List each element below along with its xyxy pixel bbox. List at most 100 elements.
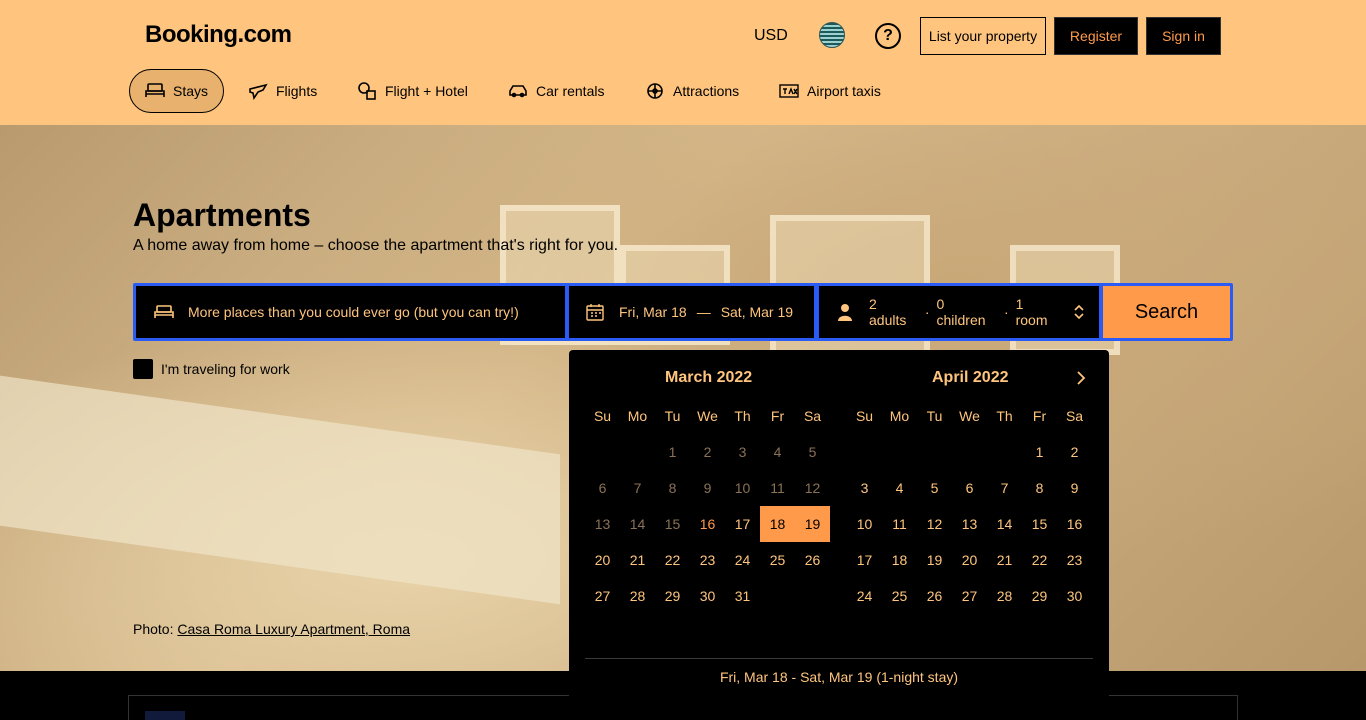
nav-tab-car-rentals[interactable]: Car rentals [508,69,604,113]
calendar-day[interactable]: 20 [585,542,620,578]
photo-credit-link[interactable]: Casa Roma Luxury Apartment, Roma [177,621,410,637]
calendar-day[interactable]: 27 [585,578,620,614]
calendar-day[interactable]: 4 [882,470,917,506]
weekday-header: We [697,408,718,424]
dates-field[interactable]: Fri, Mar 18 — Sat, Mar 19 [569,286,814,338]
calendar-day[interactable]: 16 [1057,506,1092,542]
page-title: Apartments [133,197,311,233]
calendar-day[interactable]: 21 [620,542,655,578]
date-separator: — [696,304,711,320]
bed-icon [154,305,174,318]
calendar-day[interactable]: 2 [1057,434,1092,470]
work-travel-checkbox[interactable]: I'm traveling for work [133,359,290,379]
calendar-day[interactable]: 18 [882,542,917,578]
calendar-day[interactable]: 25 [760,542,795,578]
work-travel-label: I'm traveling for work [161,361,290,377]
calendar-day[interactable]: 12 [917,506,952,542]
calendar-day: 11 [770,480,785,496]
calendar-day[interactable]: 17 [725,506,760,542]
weekday-header: Tu [664,408,681,424]
calendar-day[interactable]: 11 [882,506,917,542]
calendar-day[interactable]: 17 [847,542,882,578]
calendar-day[interactable]: 18 [760,506,795,542]
calendar-day[interactable]: 3 [847,470,882,506]
currency-selector[interactable]: USD [754,27,788,45]
calendar-day[interactable]: 27 [952,578,987,614]
calendar-day[interactable]: 24 [847,578,882,614]
calendar-day: 15 [664,516,681,532]
calendar-day[interactable]: 7 [987,470,1022,506]
calendar-day: 4 [773,444,782,460]
calendar-day[interactable]: 28 [987,578,1022,614]
search-button[interactable]: Search [1103,286,1230,338]
calendar-day: 5 [808,444,817,460]
guests-field[interactable]: 2 adults · 0 children · 1 room [819,286,1099,338]
calendar-day[interactable]: 30 [690,578,725,614]
nav-tab-label: Flights [276,83,318,99]
calendar-day[interactable]: 10 [847,506,882,542]
calendar-day[interactable]: 21 [987,542,1022,578]
chevron-right-icon[interactable] [1073,370,1089,386]
help-icon[interactable]: ? [875,23,901,49]
date-picker-calendar: March 2022 April 2022 Su Mo Tu We Th Fr Sa 1 2 3 4… [569,350,1109,702]
calendar-day[interactable]: 26 [917,578,952,614]
checkbox[interactable] [133,359,153,379]
calendar-day[interactable]: 28 [620,578,655,614]
search-bar: More places than you could ever go (but … [133,283,1233,341]
booking-logo[interactable]: Booking.com [145,21,292,49]
calendar-day[interactable]: 23 [690,542,725,578]
photo-credit-prefix: Photo: [133,621,178,637]
calendar-day[interactable]: 29 [655,578,690,614]
calendar-day[interactable]: 19 [917,542,952,578]
nav-tab-flights[interactable]: Flights [248,69,317,113]
plane-icon [249,83,268,101]
calendar-day[interactable]: 5 [917,470,952,506]
site-header: Booking.com USD ? List your property Reg… [0,0,1366,125]
weekday-header: Mo [889,408,910,424]
calendar-day: 3 [738,444,747,460]
calendar-day[interactable]: 8 [1022,470,1057,506]
language-flag-icon[interactable] [819,22,845,48]
calendar-day[interactable]: 24 [725,542,760,578]
calendar-day[interactable]: 16 [690,506,725,542]
calendar-day[interactable]: 15 [1022,506,1057,542]
photo-credit: Photo: Casa Roma Luxury Apartment, Roma [133,621,410,637]
register-button[interactable]: Register [1054,17,1138,55]
weekday-header: Mo [627,408,648,424]
destination-field[interactable]: More places than you could ever go (but … [136,286,565,338]
calendar-day: 13 [594,516,611,532]
calendar-day[interactable]: 23 [1057,542,1092,578]
destination-placeholder: More places than you could ever go (but … [188,304,519,320]
calendar-day[interactable]: 29 [1022,578,1057,614]
weekday-header: Tu [926,408,943,424]
calendar-day[interactable]: 14 [987,506,1022,542]
dot-separator: · [924,304,930,320]
calendar-day[interactable]: 20 [952,542,987,578]
month-title: March 2022 [665,369,753,386]
nav-tab-airport-taxis[interactable]: Airport taxis [779,69,881,113]
calendar-day[interactable]: 31 [725,578,760,614]
calendar-day[interactable]: 6 [952,470,987,506]
calendar-day[interactable]: 26 [795,542,830,578]
calendar-day[interactable]: 19 [795,506,830,542]
calendar-day[interactable]: 25 [882,578,917,614]
calendar-day[interactable]: 9 [1057,470,1092,506]
adults-count: 2 adults [869,296,907,328]
nav-tab-flight-hotel[interactable]: Flight + Hotel [357,69,468,113]
weekday-header: Su [593,408,612,424]
calendar-day: 10 [734,480,751,496]
nav-tab-attractions[interactable]: Attractions [645,69,739,113]
calendar-day[interactable]: 22 [655,542,690,578]
calendar-day: 6 [598,480,607,496]
calendar-day[interactable]: 13 [952,506,987,542]
list-property-button[interactable]: List your property [920,17,1046,55]
calendar-day[interactable]: 30 [1057,578,1092,614]
calendar-day[interactable]: 1 [1022,434,1057,470]
nav-tab-label: Car rentals [536,83,605,99]
chevron-updown-icon [1074,304,1084,320]
weekday-header: Th [734,408,751,424]
sign-in-button[interactable]: Sign in [1146,17,1221,55]
weekday-header: Fr [1032,408,1047,424]
calendar-day[interactable]: 22 [1022,542,1057,578]
nav-tab-stays[interactable]: Stays [129,69,224,113]
